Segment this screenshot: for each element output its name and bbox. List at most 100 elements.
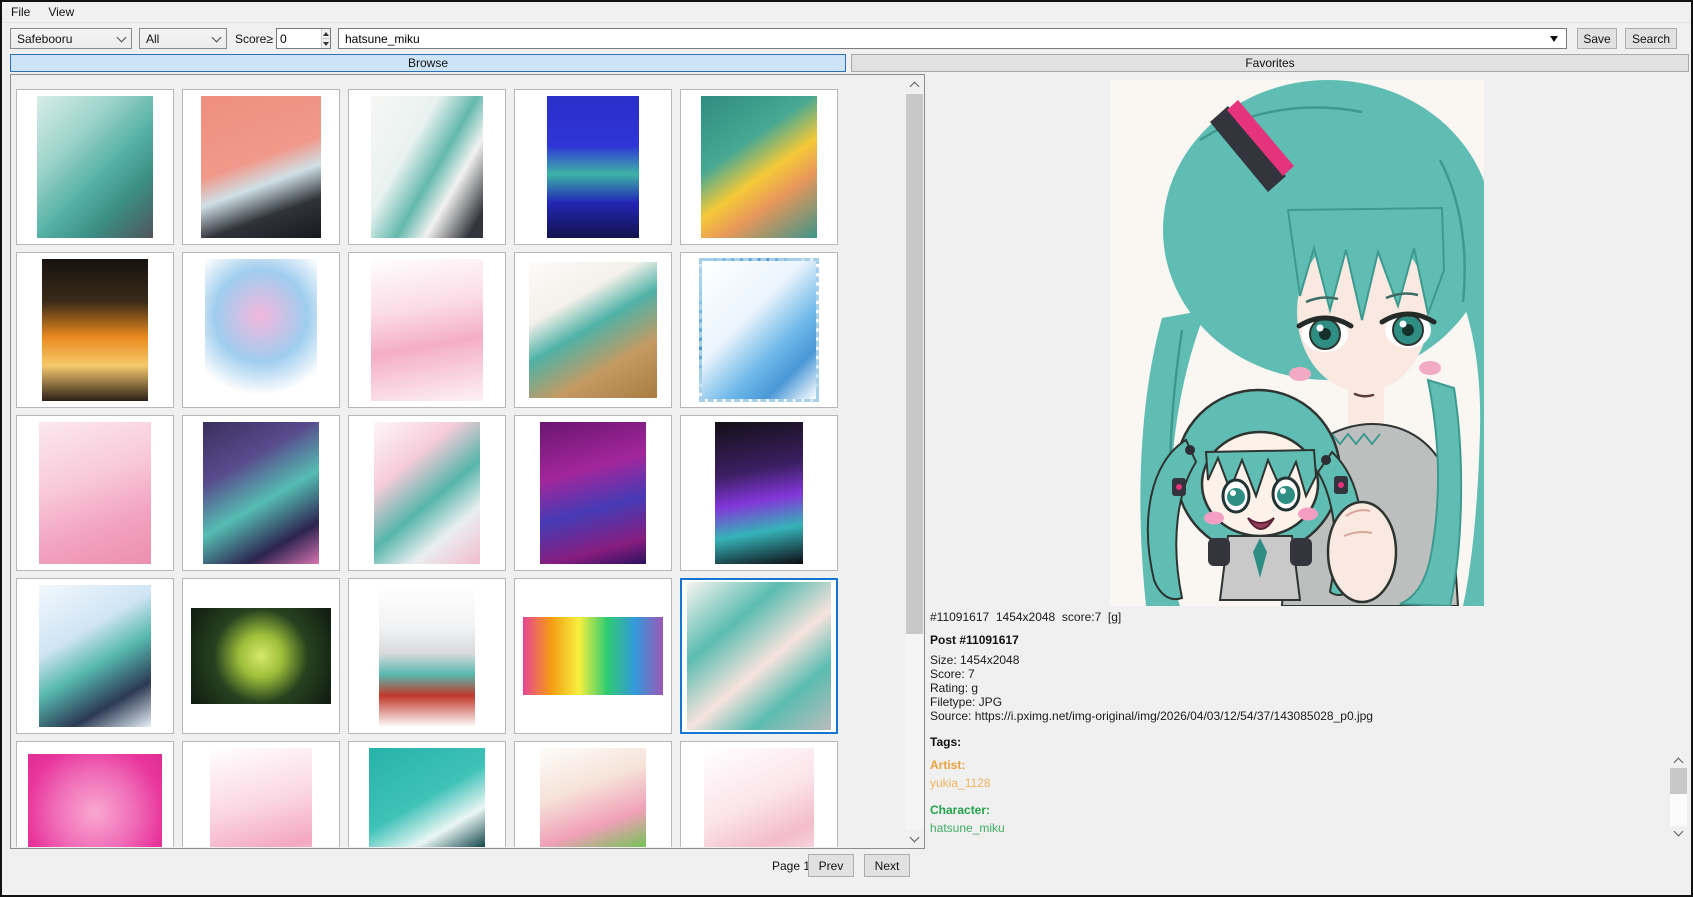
chevron-up-icon <box>1674 758 1684 768</box>
site-select-value: Safebooru <box>17 32 118 46</box>
thumbnail-cell[interactable] <box>182 89 340 245</box>
thumbnail-image-sakura-miku-white <box>371 259 483 401</box>
detail-filetype: Filetype: JPG <box>930 695 1373 709</box>
thumbnail-cell[interactable] <box>680 252 838 408</box>
scrollbar-thumb[interactable] <box>1670 768 1687 794</box>
prev-page-button[interactable]: Prev <box>808 854 854 877</box>
detail-size: Size: 1454x2048 <box>930 653 1373 667</box>
search-input[interactable] <box>339 32 1550 46</box>
scrollbar-thumb[interactable] <box>906 94 923 634</box>
thumbnail-cell[interactable] <box>182 741 340 847</box>
chevron-down-icon <box>910 832 920 842</box>
scroll-up-button[interactable] <box>1670 754 1687 768</box>
thumbnail-image-cherry-blossom-miku <box>374 422 480 564</box>
chevron-down-icon <box>1674 827 1684 837</box>
thumbnail-cell[interactable] <box>348 415 506 571</box>
thumbnail-image-neon-silhouette <box>715 422 803 564</box>
thumbnail-image-pastel-cat-girl <box>205 259 317 401</box>
thumbnail-grid <box>12 76 905 847</box>
toolbar: Safebooru All Score≥ Save Search <box>2 23 1691 53</box>
thumbnail-cell[interactable] <box>514 415 672 571</box>
score-input[interactable] <box>277 29 321 48</box>
score-spin-buttons <box>321 29 330 48</box>
preview-caption: #11091617 1454x2048 score:7 [g] <box>930 610 1121 624</box>
thumbnail-cell[interactable] <box>680 415 838 571</box>
menu-view[interactable]: View <box>39 3 83 21</box>
tags-scrollbar[interactable] <box>1670 754 1687 840</box>
thumbnail-cell[interactable] <box>514 578 672 734</box>
next-page-button[interactable]: Next <box>864 854 910 877</box>
thumbnail-image-golden-kimono-miku <box>42 259 148 401</box>
thumbnail-image-miku-pikachu <box>701 96 817 238</box>
scroll-up-button[interactable] <box>906 76 923 93</box>
thumbnail-cell[interactable] <box>348 741 506 847</box>
thumbnail-image-rainbow-stage <box>523 617 663 695</box>
tab-browse[interactable]: Browse <box>10 54 846 72</box>
menu-file[interactable]: File <box>2 3 39 21</box>
thumbnail-image-miku-plush-selected <box>687 582 831 730</box>
scroll-down-button[interactable] <box>906 830 923 847</box>
thumbnail-cell[interactable] <box>16 252 174 408</box>
thumbnail-image-39-cat-miku <box>201 96 321 238</box>
post-detail-panel: #11091617 1454x2048 score:7 [g] Post #11… <box>926 74 1691 893</box>
search-combobox <box>338 28 1567 49</box>
thumbnail-cell[interactable] <box>514 741 672 847</box>
thumbnail-cell[interactable] <box>348 252 506 408</box>
site-select[interactable]: Safebooru <box>10 28 132 49</box>
score-label: Score≥ <box>235 32 273 46</box>
filter-select[interactable]: All <box>139 28 227 49</box>
save-button[interactable]: Save <box>1577 28 1617 49</box>
dropdown-arrow-icon[interactable] <box>1550 36 1558 42</box>
scroll-down-button[interactable] <box>1670 826 1687 840</box>
thumbnail-cell[interactable] <box>182 578 340 734</box>
chevron-up-icon <box>910 81 920 91</box>
thumbnail-cell[interactable] <box>16 578 174 734</box>
post-details: Size: 1454x2048Score: 7Rating: gFiletype… <box>930 653 1373 723</box>
thumbnail-cell[interactable] <box>16 415 174 571</box>
thumbnail-cell[interactable] <box>182 252 340 408</box>
thumbnail-image-manga-page <box>379 585 475 727</box>
filter-select-value: All <box>146 32 213 46</box>
thumbnail-cell[interactable] <box>680 89 838 245</box>
tab-favorites[interactable]: Favorites <box>851 54 1689 72</box>
grid-scrollbar[interactable] <box>906 76 923 847</box>
app-window: File View Safebooru All Score≥ Save Sear… <box>0 0 1693 897</box>
thumbnail-image-blue-screen-miku <box>547 96 639 238</box>
thumbnail-cell[interactable] <box>16 89 174 245</box>
thumbnail-cell[interactable] <box>16 741 174 847</box>
thumbnail-cell[interactable] <box>348 578 506 734</box>
tag-group-label: Character: <box>930 803 1005 818</box>
tag-item[interactable]: yukia_1128 <box>930 773 1005 793</box>
menu-bar: File View <box>2 2 1691 23</box>
thumbnail-cell[interactable] <box>514 252 672 408</box>
thumbnail-cell[interactable] <box>680 741 838 847</box>
thumbnail-cell[interactable] <box>514 89 672 245</box>
preview-image <box>1110 80 1484 606</box>
thumbnail-image-chibi-crown-pink <box>28 754 162 847</box>
thumbnail-cell-selected[interactable] <box>680 578 838 734</box>
chevron-down-icon <box>212 32 222 42</box>
thumbnail-image-miku-collage <box>37 96 153 238</box>
tags-header: Tags: <box>930 735 961 749</box>
thumbnail-image-night-magical-miku <box>203 422 319 564</box>
score-increment-button[interactable] <box>322 29 330 38</box>
thumbnail-image-pale-pink-twintails <box>704 748 814 847</box>
score-spinner <box>276 28 331 49</box>
tag-groups: Artist:yukia_1128 Character:hatsune_miku <box>930 758 1005 838</box>
arrow-down-icon <box>323 42 329 46</box>
tag-group-label: Artist: <box>930 758 1005 773</box>
thumbnail-image-green-rings <box>191 608 331 704</box>
thumbnail-image-miku-in-box <box>529 262 657 398</box>
tag-item[interactable]: hatsune_miku <box>930 818 1005 838</box>
score-decrement-button[interactable] <box>322 38 330 48</box>
page-indicator: Page 1 <box>772 859 810 873</box>
detail-score: Score: 7 <box>930 667 1373 681</box>
detail-rating: Rating: g <box>930 681 1373 695</box>
thumbnail-image-01-teal <box>369 748 485 847</box>
miku-plush-artwork <box>1110 80 1484 606</box>
thumbnail-image-sakura-miku-pink <box>39 422 151 564</box>
thumbnail-cell[interactable] <box>182 415 340 571</box>
thumbnail-cell[interactable] <box>348 89 506 245</box>
browse-panel <box>10 74 925 849</box>
search-button[interactable]: Search <box>1625 28 1677 49</box>
